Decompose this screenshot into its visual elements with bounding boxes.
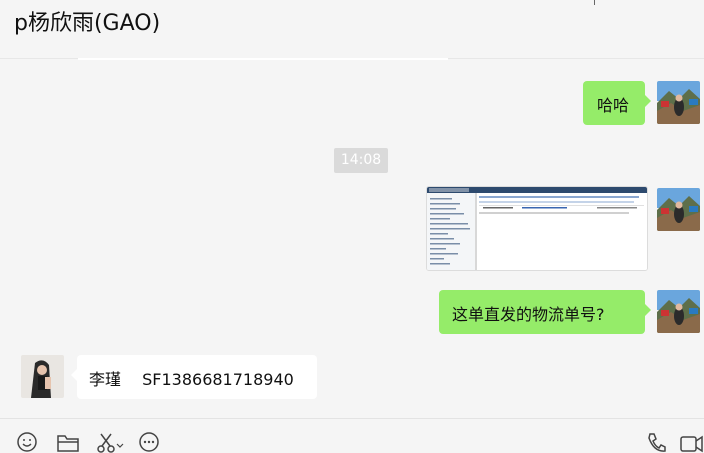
timestamp: 14:08: [334, 148, 388, 173]
incoming-message-bubble[interactable]: 李瑾 SF1386681718940: [71, 355, 317, 399]
contact-avatar[interactable]: [21, 355, 64, 398]
folder-icon[interactable]: [56, 431, 80, 453]
my-avatar[interactable]: [657, 290, 700, 333]
chat-header: p杨欣雨(GAO): [0, 0, 704, 59]
chat-title[interactable]: p杨欣雨(GAO): [14, 5, 160, 37]
message-text: 这单直发的物流单号?: [452, 305, 605, 324]
outgoing-message-bubble[interactable]: 这单直发的物流单号?: [439, 290, 651, 334]
message-text: 哈哈: [597, 96, 630, 115]
my-avatar[interactable]: [657, 188, 700, 231]
header-underline: [78, 58, 448, 60]
scissors-icon[interactable]: [96, 431, 124, 453]
header-divider: [594, 0, 595, 5]
phone-icon[interactable]: [646, 431, 666, 453]
image-message[interactable]: [426, 186, 648, 271]
video-icon[interactable]: [680, 431, 704, 453]
chat-history-icon[interactable]: [138, 431, 162, 453]
screenshot-thumbnail: [427, 187, 647, 270]
message-text: SF1386681718940: [142, 370, 294, 389]
outgoing-message-bubble[interactable]: 哈哈: [583, 81, 651, 125]
input-toolbar: [0, 418, 704, 453]
my-avatar[interactable]: [657, 81, 700, 124]
sender-name: 李瑾: [89, 370, 122, 389]
emoji-icon[interactable]: [16, 431, 38, 453]
